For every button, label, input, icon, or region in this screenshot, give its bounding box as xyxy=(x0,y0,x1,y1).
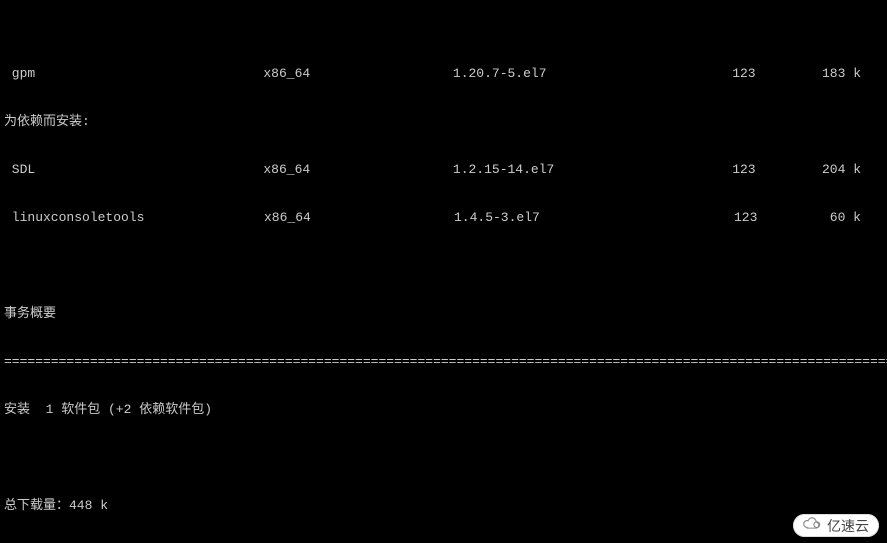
pkg-size: 60 k xyxy=(824,210,883,226)
pkg-repo: 123 xyxy=(734,210,824,226)
pkg-version: 1.20.7-5.el7 xyxy=(453,66,732,82)
watermark-badge: 亿速云 xyxy=(793,514,879,537)
pkg-row: linuxconsoletools x86_64 1.4.5-3.el7 123… xyxy=(4,210,883,226)
pkg-repo: 123 xyxy=(732,162,822,178)
pkg-arch: x86_64 xyxy=(264,210,454,226)
watermark-text: 亿速云 xyxy=(827,518,869,534)
cloud-icon xyxy=(801,517,823,534)
blank-line xyxy=(4,258,883,274)
download-size: 总下载量：448 k xyxy=(4,498,883,514)
pkg-version: 1.4.5-3.el7 xyxy=(454,210,734,226)
pkg-repo: 123 xyxy=(732,66,822,82)
pkg-name: linuxconsoletools xyxy=(4,210,264,226)
pkg-row: SDL x86_64 1.2.15-14.el7 123 204 k xyxy=(4,162,883,178)
install-count-line: 安装 1 软件包 (+2 依赖软件包) xyxy=(4,402,883,418)
pkg-size: 183 k xyxy=(822,66,883,82)
pkg-row: gpm x86_64 1.20.7-5.el7 123 183 k xyxy=(4,66,883,82)
hr: ========================================… xyxy=(4,354,883,370)
pkg-version: 1.2.15-14.el7 xyxy=(453,162,732,178)
blank-line xyxy=(4,450,883,466)
pkg-name: SDL xyxy=(4,162,263,178)
summary-header: 事务概要 xyxy=(4,306,883,322)
pkg-arch: x86_64 xyxy=(263,162,453,178)
pkg-size: 204 k xyxy=(822,162,883,178)
dep-header: 为依赖而安装: xyxy=(4,114,883,130)
pkg-arch: x86_64 xyxy=(263,66,453,82)
terminal-output[interactable]: gpm x86_64 1.20.7-5.el7 123 183 k 为依赖而安装… xyxy=(0,0,887,543)
pkg-name: gpm xyxy=(4,66,263,82)
